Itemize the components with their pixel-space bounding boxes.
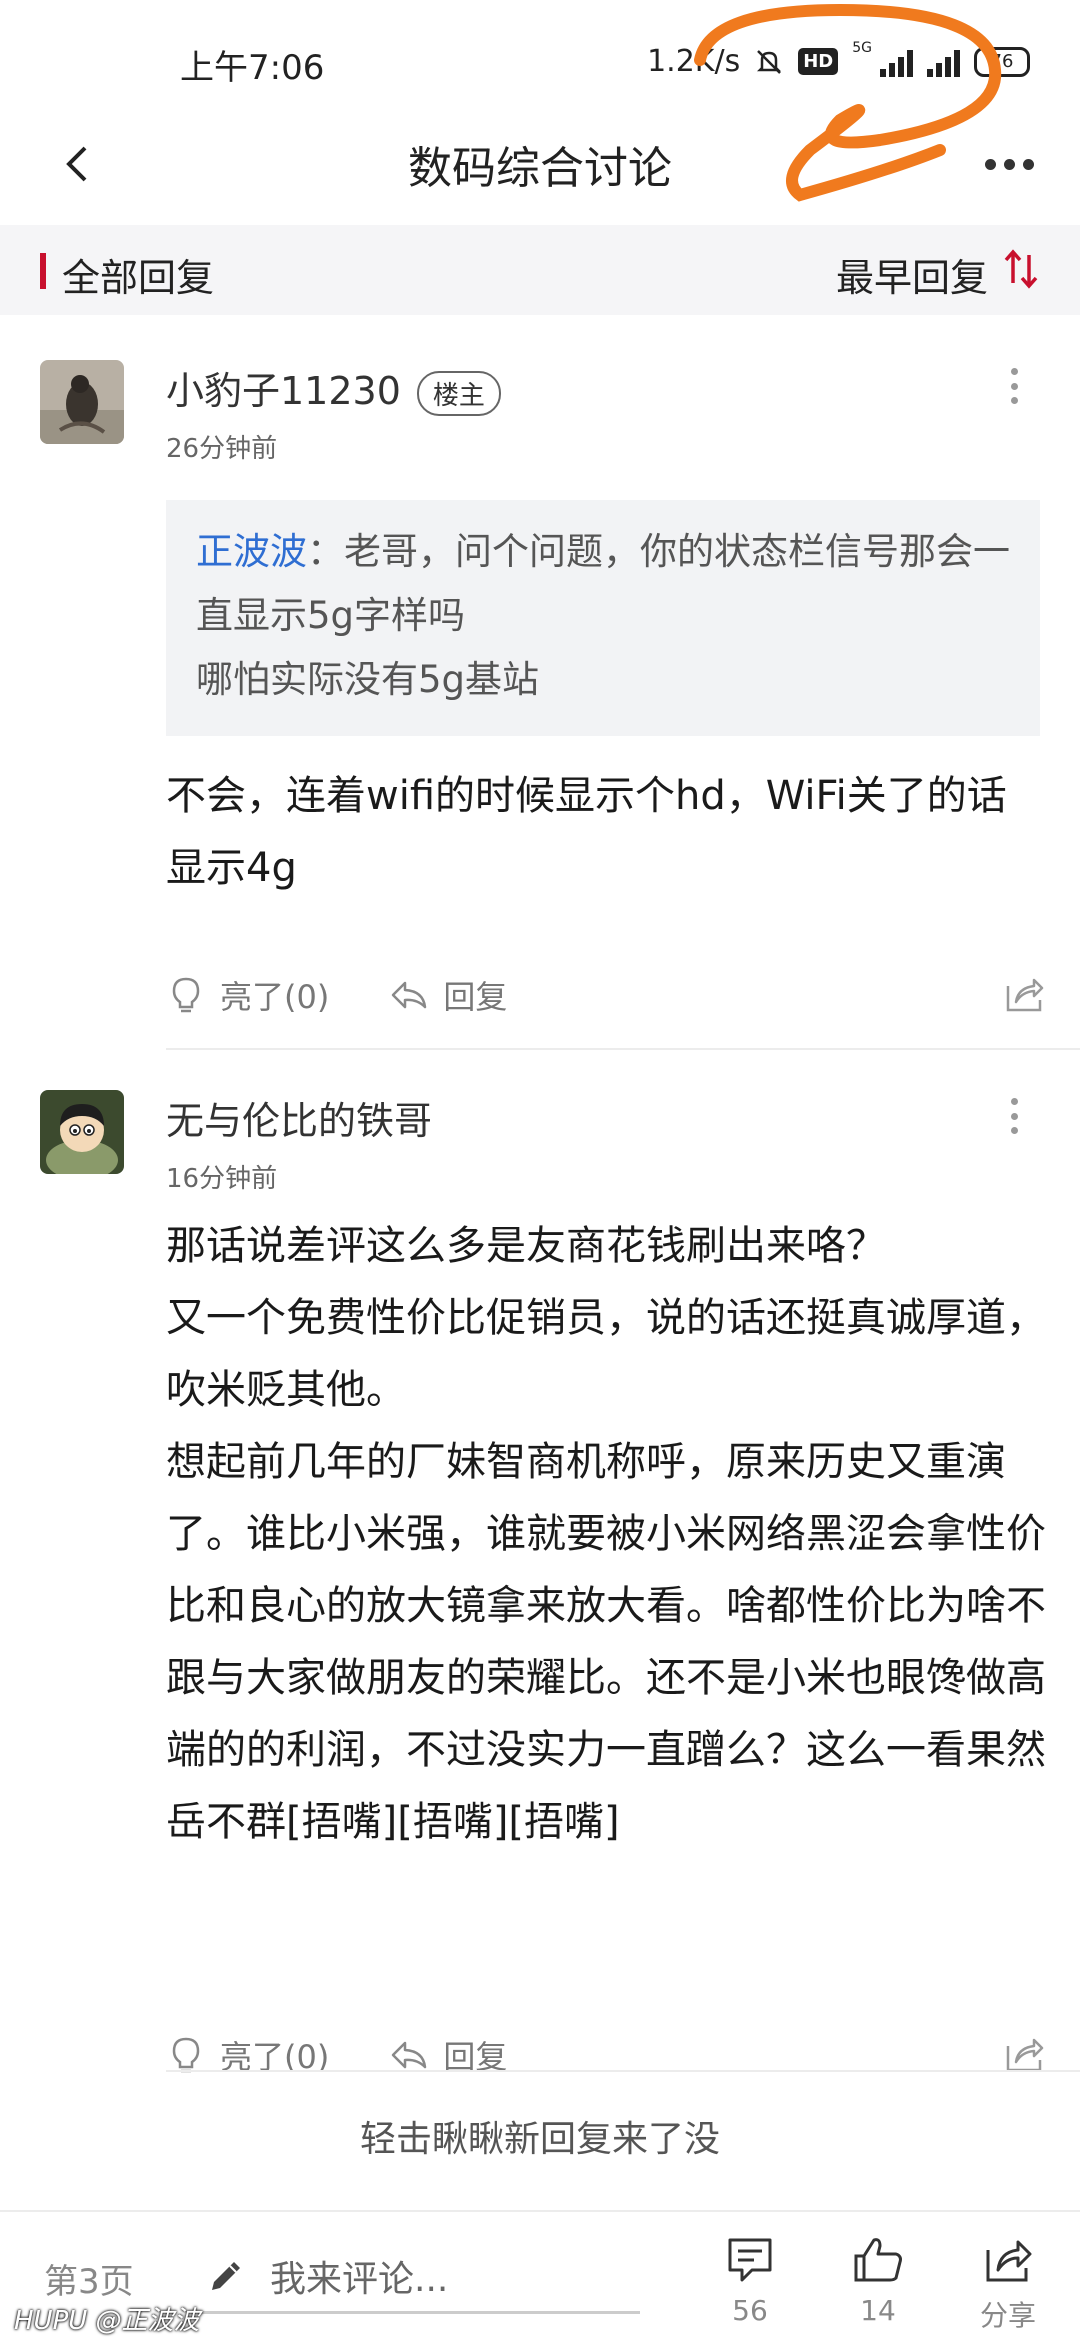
likes-count: 14 <box>860 2294 896 2327</box>
avatar[interactable] <box>40 1090 124 1174</box>
share-icon[interactable] <box>1002 972 1046 1016</box>
pencil-icon <box>212 2261 240 2290</box>
load-new-replies-button[interactable]: 轻击瞅瞅新回复来了没 <box>0 2110 1080 2162</box>
signal-strength-icon <box>880 47 913 77</box>
page-indicator[interactable]: 第3页 <box>44 2254 134 2303</box>
reply-arrow-icon <box>392 2041 427 2069</box>
status-time: 上午7:06 <box>180 48 325 88</box>
reply-filter-bar: 全部回复 最早回复 <box>0 225 1080 315</box>
post-time: 26分钟前 <box>166 434 278 464</box>
quote-separator: ： <box>307 530 344 573</box>
post-content: 那话说差评这么多是友商花钱刷出来咯？ 又一个免费性价比促销员，说的话还挺真诚厚道… <box>166 1210 1046 1858</box>
mute-bell-icon <box>757 49 782 74</box>
like-post-button[interactable]: 14 <box>828 2232 928 2327</box>
op-badge: 楼主 <box>416 371 501 416</box>
more-vertical-icon <box>1010 1098 1018 1105</box>
page-title: 数码综合讨论 <box>408 143 672 194</box>
battery-icon: 76 <box>974 46 1030 77</box>
comment-bubble-icon <box>728 2238 772 2282</box>
content-line: 那话说差评这么多是友商花钱刷出来咯？ <box>166 1223 886 1269</box>
like-button[interactable]: 亮了(0) <box>166 972 329 1018</box>
comment-input[interactable]: 我来评论... <box>200 2240 640 2314</box>
network-type-label: 5G <box>852 39 872 56</box>
thumbs-up-icon <box>854 2238 902 2282</box>
share-icon <box>986 2240 1032 2282</box>
reply-button[interactable]: 回复 <box>389 972 507 1018</box>
username[interactable]: 无与伦比的铁哥 <box>166 1090 432 1145</box>
lightbulb-icon <box>172 977 200 1013</box>
more-horizontal-icon <box>984 158 996 170</box>
share-label: 分享 <box>979 2299 1036 2332</box>
like-count-label: 亮了(0) <box>220 978 330 1016</box>
sort-icon[interactable] <box>1002 247 1040 291</box>
quote-text-2: 哪怕实际没有5g基站 <box>196 658 540 701</box>
more-options-button[interactable] <box>974 136 1044 192</box>
comment-placeholder: 我来评论... <box>270 2258 449 2300</box>
post-actions: 亮了(0) 回复 <box>166 960 1046 1030</box>
all-replies-tab[interactable]: 全部回复 <box>62 247 214 302</box>
title-bar: 数码综合讨论 <box>0 110 1080 220</box>
hd-badge: HD <box>798 48 839 75</box>
more-vertical-icon <box>1010 368 1018 375</box>
signal-strength-icon-2 <box>927 47 960 77</box>
post-actions: 亮了(0) 回复 <box>166 2020 1046 2090</box>
status-bar: 上午7:06 1.2K/s HD 5G 76 <box>0 0 1080 202</box>
network-speed: 1.2K/s <box>647 44 741 79</box>
content-line: 又一个免费性价比促销员，说的话还挺真诚厚道，吹米贬其他。 <box>166 1295 1046 1413</box>
post-divider <box>166 1048 1080 1050</box>
comments-button[interactable]: 56 <box>700 2232 800 2327</box>
share-button[interactable]: 分享 <box>958 2232 1058 2334</box>
quote-line-1: 正波波：老哥，问个问题，你的状态栏信号那会一直显示5g字样吗 <box>196 520 1010 648</box>
filter-accent-bar <box>40 253 46 289</box>
watermark: HUPU @正波波 <box>14 2306 200 2336</box>
sort-earliest-button[interactable]: 最早回复 <box>836 247 988 302</box>
username-text: 小豹子11230 <box>166 369 401 413</box>
content-line: 想起前几年的厂妹智商机称呼，原来历史又重演了。谁比小米强，谁就要被小米网络黑涩会… <box>166 1439 1046 1845</box>
post-content: 不会，连着wifi的时候显示个hd，WiFi关了的话显示4g <box>166 773 1007 891</box>
post-more-button[interactable] <box>1002 1094 1026 1138</box>
reply-label: 回复 <box>443 978 508 1016</box>
post-divider <box>166 2070 1080 2072</box>
comments-count: 56 <box>732 2294 768 2327</box>
post-more-button[interactable] <box>1002 364 1026 408</box>
reply-arrow-icon <box>392 981 427 1009</box>
quote-author[interactable]: 正波波 <box>196 530 307 573</box>
username[interactable]: 小豹子11230 楼主 <box>166 360 501 416</box>
lightbulb-icon <box>172 2037 200 2073</box>
status-icons: 1.2K/s HD 5G 76 <box>647 40 1030 79</box>
avatar[interactable] <box>40 360 124 444</box>
quoted-reply[interactable]: 正波波：老哥，问个问题，你的状态栏信号那会一直显示5g字样吗 哪怕实际没有5g基… <box>166 500 1040 736</box>
post-time: 16分钟前 <box>166 1164 278 1194</box>
